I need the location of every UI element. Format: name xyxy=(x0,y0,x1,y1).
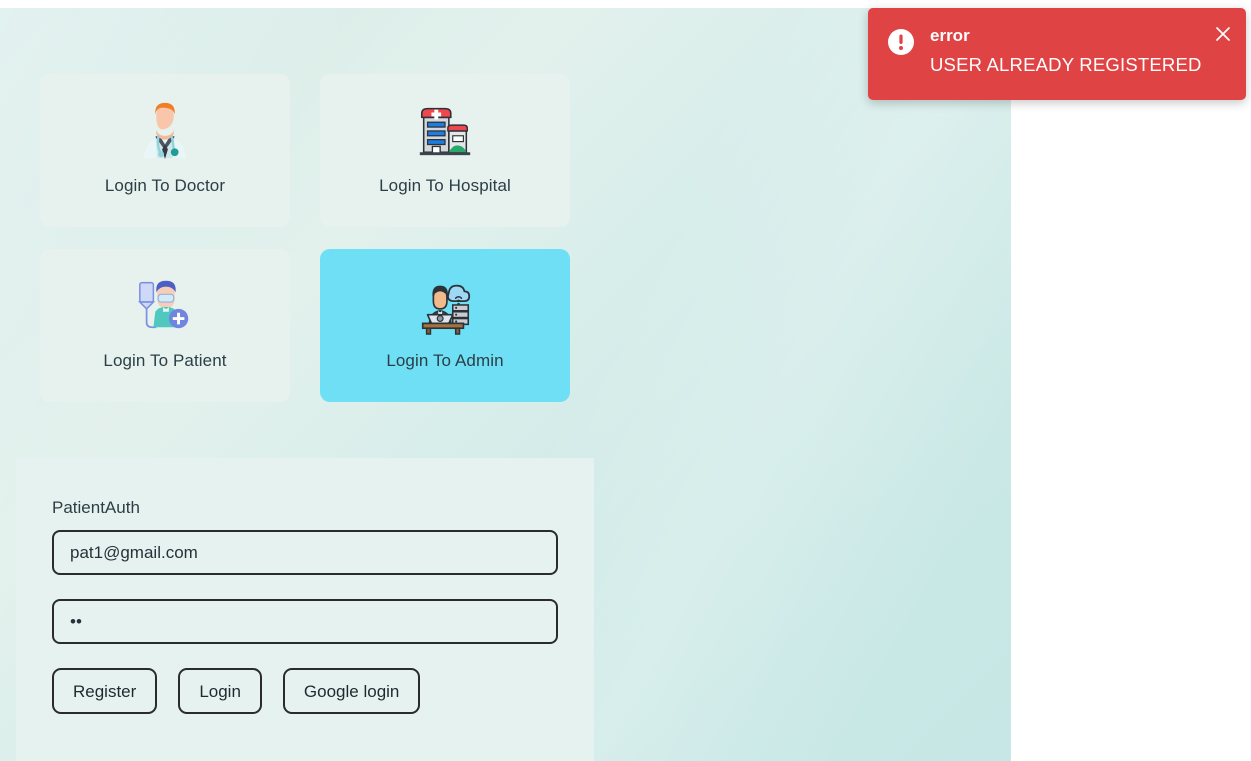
password-input[interactable] xyxy=(52,599,558,645)
role-card-label: Login To Patient xyxy=(103,351,227,370)
role-card-label: Login To Hospital xyxy=(379,176,511,195)
email-input[interactable] xyxy=(52,530,558,576)
doctor-avatar-icon xyxy=(134,98,196,160)
toast-message: USER ALREADY REGISTERED xyxy=(930,53,1202,75)
app-root: Login To Doctor Login To Hospital Login … xyxy=(0,8,1011,761)
patient-nurse-icon xyxy=(134,273,196,335)
role-card-label: Login To Admin xyxy=(386,351,504,370)
auth-button-row: Register Login Google login xyxy=(52,668,558,715)
toast-title: error xyxy=(930,26,970,45)
role-card-label: Login To Doctor xyxy=(104,176,226,195)
role-row-top: Login To Doctor Login To Hospital xyxy=(40,74,570,227)
role-card-hospital[interactable]: Login To Hospital xyxy=(320,74,570,227)
role-row-bottom: Login To Patient Login To Admin xyxy=(40,249,570,402)
hospital-building-icon xyxy=(414,98,476,160)
role-card-patient[interactable]: Login To Patient xyxy=(40,249,290,402)
role-card-doctor[interactable]: Login To Doctor xyxy=(40,74,290,227)
role-selection-grid: Login To Doctor Login To Hospital Login … xyxy=(40,74,570,424)
admin-desk-server-icon xyxy=(414,273,476,335)
register-button[interactable]: Register xyxy=(52,668,158,715)
role-card-admin[interactable]: Login To Admin xyxy=(320,249,570,402)
login-button[interactable]: Login xyxy=(178,668,262,715)
close-icon[interactable] xyxy=(1213,24,1233,44)
error-toast: error USER ALREADY REGISTERED xyxy=(868,8,1246,100)
toast-body: error USER ALREADY REGISTERED xyxy=(930,26,1202,76)
patient-auth-panel: PatientAuth Register Login Google login xyxy=(16,458,594,761)
auth-panel-title: PatientAuth xyxy=(52,498,140,517)
error-exclamation-icon xyxy=(888,29,914,55)
google-login-button[interactable]: Google login xyxy=(282,668,421,715)
